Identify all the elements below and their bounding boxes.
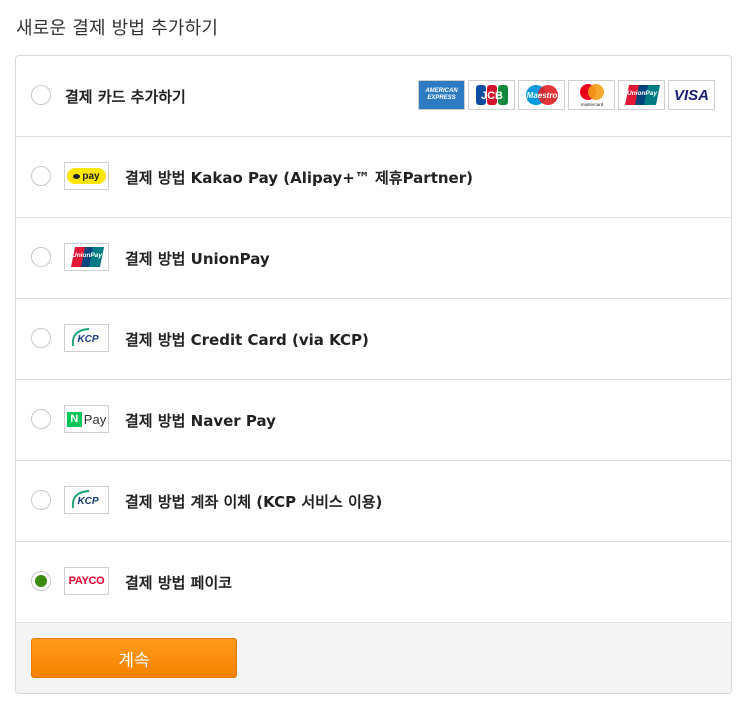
mastercard-logo: mastercard [568, 80, 615, 110]
panel-footer: 계속 [16, 623, 731, 693]
card-brands: AMERICAN EXPRESS JCB Maestro mastercard … [418, 80, 715, 110]
radio-kcp-credit-card[interactable] [31, 328, 51, 348]
kcp-logo: KCP [64, 486, 109, 514]
svg-text:UnionPay: UnionPay [627, 90, 657, 97]
speech-bubble-icon [73, 173, 81, 179]
option-label: 결제 방법 계좌 이체 (KCP 서비스 이용) [125, 493, 383, 511]
radio-unionpay[interactable] [31, 247, 51, 267]
option-label: 결제 방법 UnionPay [125, 250, 270, 268]
option-label: 결제 방법 Naver Pay [125, 412, 276, 430]
svg-text:KCP: KCP [77, 496, 98, 507]
option-unionpay[interactable]: UnionPay 결제 방법 UnionPay [16, 218, 731, 299]
svg-text:KCP: KCP [77, 334, 98, 345]
svg-text:JCB: JCB [480, 90, 502, 102]
visa-logo: VISA [668, 80, 715, 110]
maestro-logo: Maestro [518, 80, 565, 110]
jcb-logo: JCB [468, 80, 515, 110]
option-naver-pay[interactable]: N Pay 결제 방법 Naver Pay [16, 380, 731, 461]
option-label: 결제 방법 페이코 [125, 574, 233, 592]
radio-kakao-pay[interactable] [31, 166, 51, 186]
option-label: 결제 방법 Kakao Pay (Alipay+™ 제휴Partner) [125, 169, 473, 187]
option-add-card[interactable]: 결제 카드 추가하기 AMERICAN EXPRESS JCB Maestro [16, 56, 731, 137]
radio-add-card[interactable] [31, 85, 51, 105]
payco-logo: PAYCO [64, 567, 109, 595]
option-kakao-pay[interactable]: pay 결제 방법 Kakao Pay (Alipay+™ 제휴Partner) [16, 137, 731, 218]
naverpay-logo: N Pay [64, 405, 109, 433]
svg-text:UnionPay: UnionPay [72, 252, 102, 259]
svg-text:mastercard: mastercard [580, 102, 603, 107]
option-payco[interactable]: PAYCO 결제 방법 페이코 [16, 542, 731, 623]
kcp-logo: KCP [64, 324, 109, 352]
option-label: 결제 카드 추가하기 [65, 88, 186, 106]
option-kcp-credit-card[interactable]: KCP 결제 방법 Credit Card (via KCP) [16, 299, 731, 380]
option-kcp-bank-transfer[interactable]: KCP 결제 방법 계좌 이체 (KCP 서비스 이용) [16, 461, 731, 542]
radio-payco[interactable] [31, 571, 51, 591]
page-title: 새로운 결제 방법 추가하기 [16, 18, 219, 39]
unionpay-logo: UnionPay [64, 243, 109, 271]
radio-naver-pay[interactable] [31, 409, 51, 429]
continue-button[interactable]: 계속 [31, 638, 237, 678]
kakaopay-logo: pay [64, 162, 109, 190]
amex-logo: AMERICAN EXPRESS [418, 80, 465, 110]
svg-text:Maestro: Maestro [526, 91, 557, 100]
payment-methods-panel: 결제 카드 추가하기 AMERICAN EXPRESS JCB Maestro [15, 55, 732, 694]
unionpay-card-logo: UnionPay [618, 80, 665, 110]
radio-kcp-bank-transfer[interactable] [31, 490, 51, 510]
option-label: 결제 방법 Credit Card (via KCP) [125, 331, 369, 349]
